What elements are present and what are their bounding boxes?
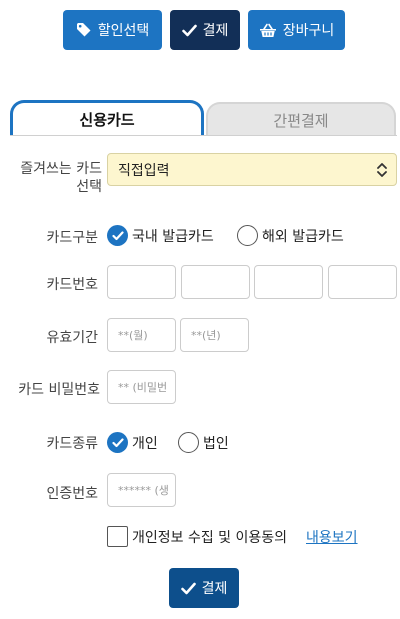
tab-easy-pay-label: 간편결제	[273, 111, 329, 130]
tab-easy-pay[interactable]: 간편결제	[206, 102, 396, 136]
check-circle-icon	[107, 432, 128, 453]
chevron-updown-icon	[377, 163, 387, 177]
card-type-overseas-radio[interactable]: 해외 발급카드	[237, 225, 344, 246]
expiry-year-input[interactable]: **(년)	[180, 318, 249, 352]
card-number-label: 카드번호	[46, 277, 98, 293]
discount-select-button[interactable]: 할인선택	[63, 10, 162, 50]
discount-select-label: 할인선택	[97, 23, 150, 39]
privacy-agree-text: 개인정보 수집 및 이용동의	[132, 530, 288, 546]
card-password-input[interactable]: ** (비밀번	[107, 370, 176, 404]
check-icon	[180, 582, 196, 594]
privacy-agree-checkbox[interactable]	[107, 526, 128, 547]
tab-divider	[10, 135, 397, 136]
expiry-month-input[interactable]: **(월)	[107, 318, 176, 352]
pay-submit-label: 결제	[201, 581, 228, 597]
tab-credit-card[interactable]: 신용카드	[10, 100, 204, 136]
tab-credit-card-label: 신용카드	[79, 111, 135, 129]
card-number-input-2[interactable]	[181, 265, 250, 299]
card-kind-corporate-radio[interactable]: 법인	[178, 432, 229, 453]
auth-number-label: 인증번호	[46, 486, 98, 502]
card-kind-personal-label: 개인	[132, 435, 158, 452]
favorite-card-label: 즐겨쓰는 카드 선택	[20, 161, 102, 195]
cart-button-label: 장바구니	[282, 23, 335, 39]
radio-empty-icon	[237, 225, 258, 246]
expiry-label: 유효기간	[46, 330, 98, 346]
tag-icon	[76, 23, 91, 37]
card-number-input-1[interactable]	[107, 265, 176, 299]
card-type-domestic-radio[interactable]: 국내 발급카드	[107, 225, 214, 246]
card-number-input-3[interactable]	[254, 265, 323, 299]
card-type-domestic-label: 국내 발급카드	[132, 228, 214, 245]
card-number-input-4[interactable]	[328, 265, 397, 299]
check-icon	[181, 24, 197, 36]
pay-submit-button[interactable]: 결제	[169, 568, 239, 608]
cart-button[interactable]: 장바구니	[248, 10, 345, 50]
pay-button-top-label: 결제	[202, 23, 229, 39]
auth-number-input[interactable]: ****** (생	[107, 473, 176, 507]
card-type-label: 카드구분	[46, 230, 98, 246]
card-kind-personal-radio[interactable]: 개인	[107, 432, 158, 453]
pay-button-top[interactable]: 결제	[170, 10, 240, 50]
favorite-card-select[interactable]: 직접입력	[107, 153, 397, 186]
favorite-card-value: 직접입력	[118, 162, 170, 179]
card-kind-corporate-label: 법인	[203, 435, 229, 452]
privacy-view-link[interactable]: 내용보기	[306, 527, 358, 547]
radio-empty-icon	[178, 432, 199, 453]
card-type-overseas-label: 해외 발급카드	[262, 228, 344, 245]
check-circle-icon	[107, 225, 128, 246]
basket-icon	[259, 23, 276, 37]
card-kind-label: 카드종류	[46, 436, 98, 452]
card-password-label: 카드 비밀번호	[18, 382, 100, 398]
